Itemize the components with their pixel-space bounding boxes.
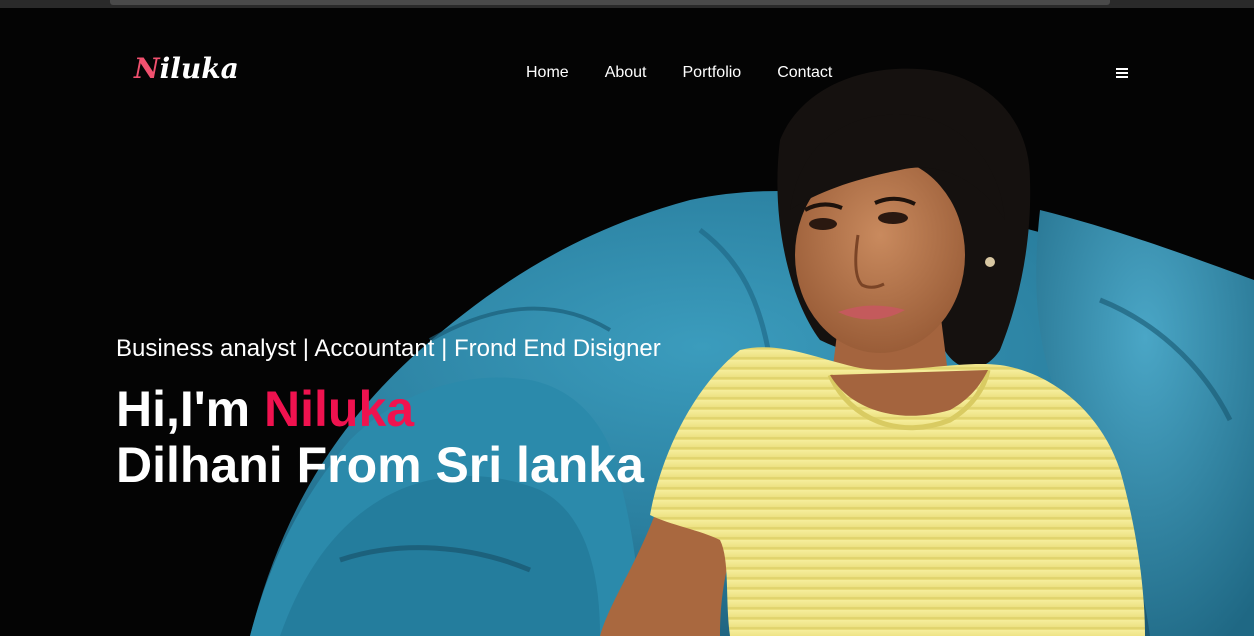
hero-name: Niluka bbox=[264, 381, 415, 437]
logo-initial: N bbox=[134, 52, 160, 85]
hero-greeting: Hi,I'm bbox=[116, 381, 265, 437]
nav-link-home[interactable]: Home bbox=[526, 64, 569, 82]
hero-headline: Hi,I'm Niluka Dilhani From Sri lanka bbox=[116, 381, 644, 493]
nav-link-portfolio[interactable]: Portfolio bbox=[683, 64, 742, 82]
main-nav: Home About Portfolio Contact bbox=[526, 64, 868, 82]
hamburger-menu-icon[interactable] bbox=[1114, 66, 1130, 80]
hero-page: Niluka Home About Portfolio Contact Busi… bbox=[0, 0, 1254, 636]
hero-subtitle: Business analyst | Accountant | Frond En… bbox=[116, 335, 661, 362]
nav-link-contact[interactable]: Contact bbox=[777, 64, 832, 82]
profile-photo bbox=[250, 68, 1254, 636]
logo-rest: iluka bbox=[159, 52, 239, 85]
nav-link-about[interactable]: About bbox=[605, 64, 647, 82]
site-logo[interactable]: Niluka bbox=[134, 52, 239, 85]
hero-line-2: Dilhani From Sri lanka bbox=[116, 437, 644, 493]
